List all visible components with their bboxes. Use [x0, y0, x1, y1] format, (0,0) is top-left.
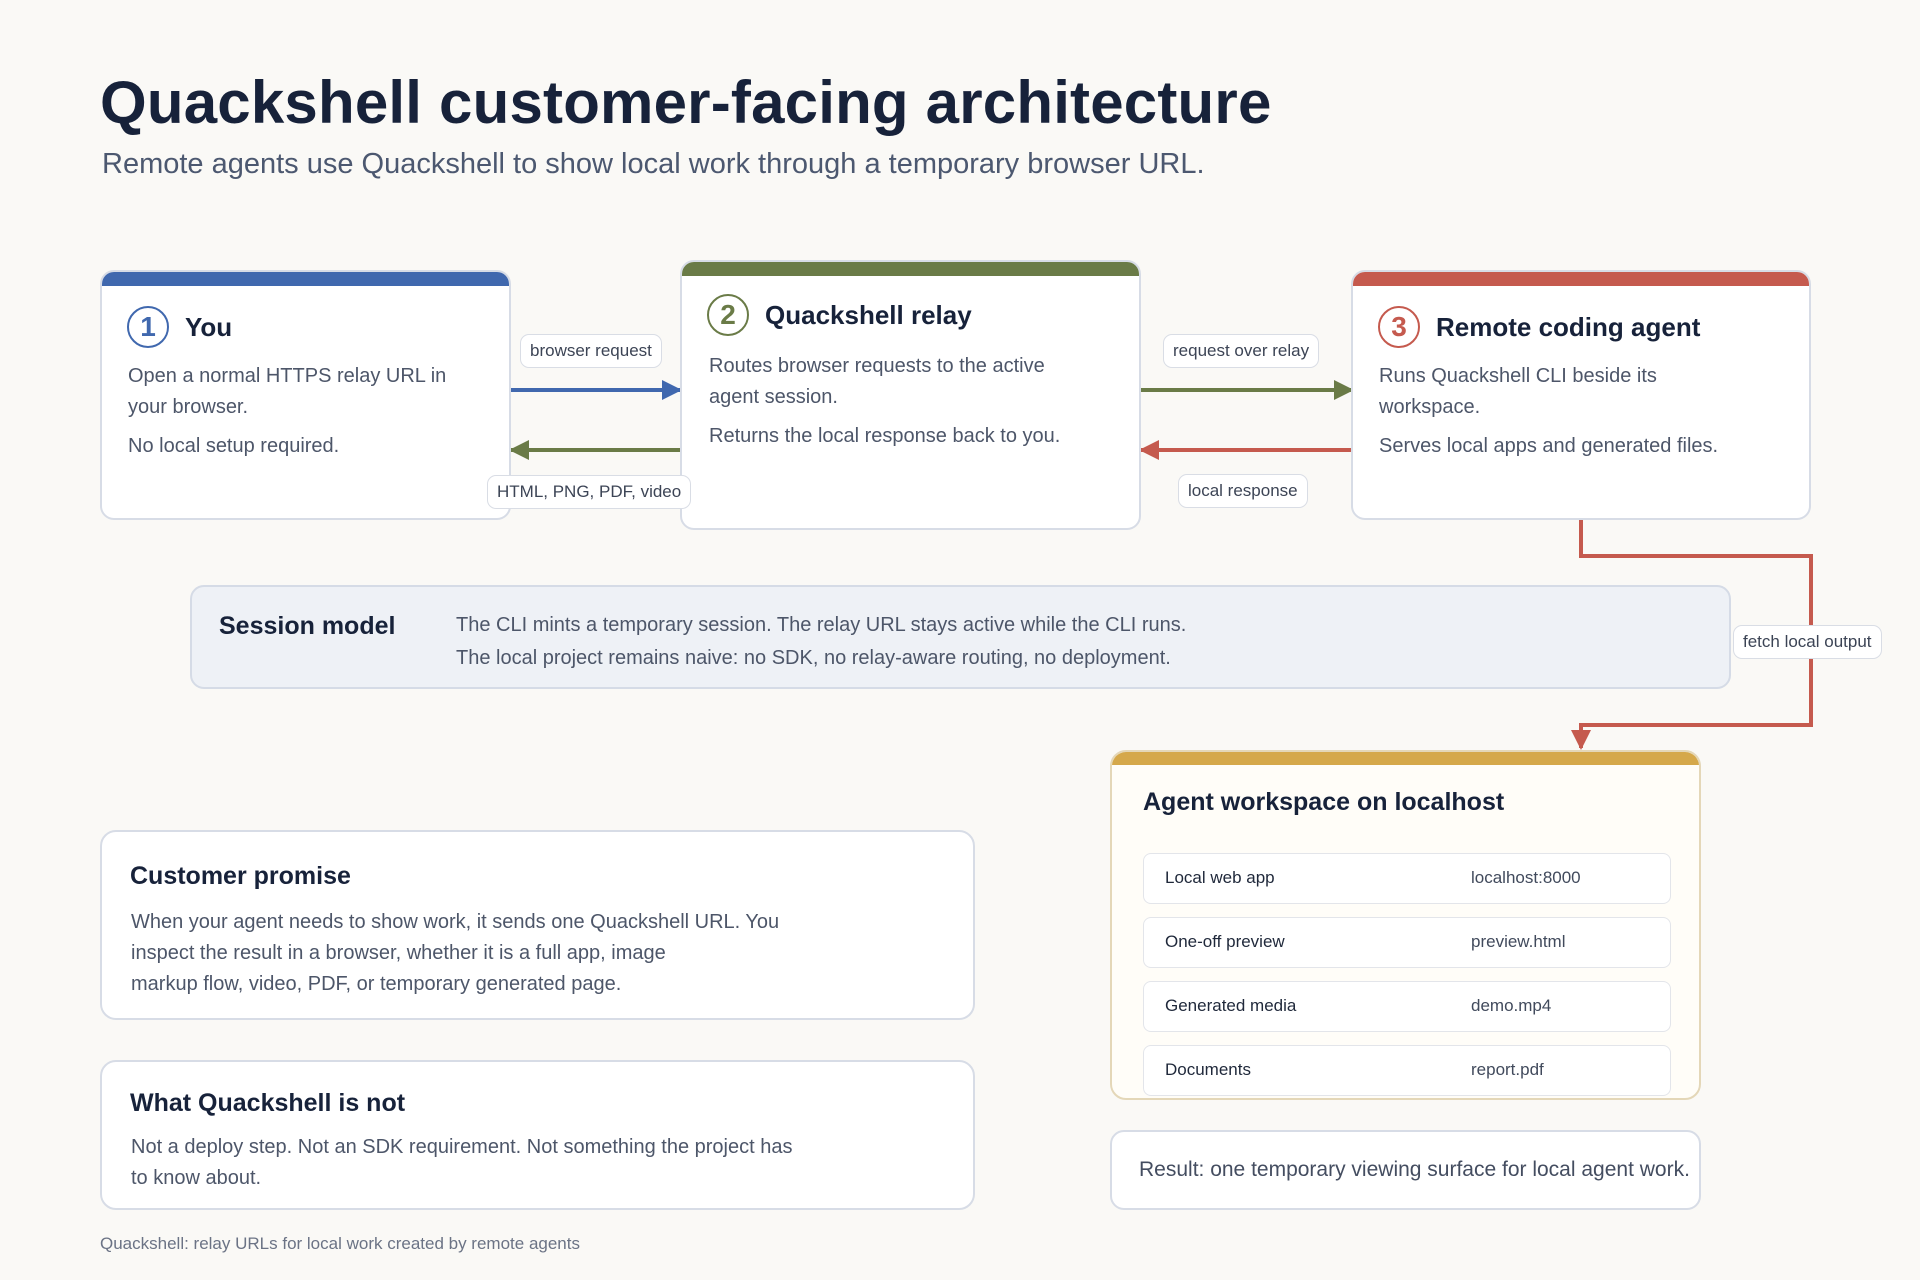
- node-agent-line: Runs Quackshell CLI beside its workspace…: [1379, 365, 1657, 418]
- node-agent: 3 Remote coding agent Runs Quackshell CL…: [1351, 270, 1811, 520]
- edge-label-local-response: local response: [1178, 474, 1308, 508]
- what-quackshell-is-not-line: to know about.: [131, 1167, 262, 1189]
- node-relay-accent-bar: [682, 262, 1139, 276]
- what-quackshell-is-not-title: What Quackshell is not: [130, 1089, 406, 1117]
- session-model-line: The CLI mints a temporary session. The r…: [456, 614, 1187, 636]
- node-you-accent-bar: [102, 272, 509, 286]
- workspace-row: Generated media demo.mp4: [1143, 981, 1671, 1032]
- edge-label-response-types: HTML, PNG, PDF, video: [487, 475, 692, 509]
- node-you: 1 You Open a normal HTTPS relay URL in y…: [100, 270, 511, 520]
- workspace-row: Local web app localhost:8000: [1143, 853, 1671, 904]
- workspace-title: Agent workspace on localhost: [1143, 788, 1505, 816]
- what-quackshell-is-not-box: What Quackshell is not Not a deploy step…: [100, 1060, 975, 1210]
- workspace-row-value: report.pdf: [1471, 1060, 1544, 1079]
- session-model-panel: Session model The CLI mints a temporary …: [190, 585, 1731, 689]
- node-relay-line: Routes browser requests to the active ag…: [709, 355, 1045, 408]
- page-subtitle: Remote agents use Quackshell to show loc…: [102, 148, 1205, 180]
- agent-workspace-panel: Agent workspace on localhost Local web a…: [1110, 750, 1701, 1100]
- edge-label-browser-request: browser request: [520, 334, 662, 368]
- node-you-line: No local setup required.: [128, 435, 340, 457]
- workspace-row-value: demo.mp4: [1471, 996, 1552, 1015]
- node-agent-accent-bar: [1353, 272, 1809, 286]
- workspace-row-label: Local web app: [1165, 868, 1275, 887]
- workspace-row: One-off preview preview.html: [1143, 917, 1671, 968]
- step-1-icon: 1: [127, 306, 169, 348]
- page-title: Quackshell customer-facing architecture: [100, 69, 1272, 136]
- workspace-row: Documents report.pdf: [1143, 1045, 1671, 1096]
- node-you-title: You: [185, 311, 233, 342]
- node-agent-title: Remote coding agent: [1436, 311, 1701, 342]
- result-text: Result: one temporary viewing surface fo…: [1139, 1158, 1690, 1181]
- edge-label-request-over-relay: request over relay: [1163, 334, 1320, 368]
- workspace-row-value: preview.html: [1471, 932, 1566, 951]
- workspace-row-label: Generated media: [1165, 996, 1297, 1015]
- workspace-row-label: Documents: [1165, 1060, 1251, 1079]
- customer-promise-box: Customer promise When your agent needs t…: [100, 830, 975, 1020]
- node-relay: 2 Quackshell relay Routes browser reques…: [680, 260, 1141, 530]
- what-quackshell-is-not-line: Not a deploy step. Not an SDK requiremen…: [131, 1136, 793, 1158]
- node-relay-title: Quackshell relay: [765, 299, 972, 330]
- customer-promise-line: When your agent needs to show work, it s…: [131, 911, 780, 933]
- node-relay-line: Returns the local response back to you.: [709, 425, 1061, 447]
- result-box: Result: one temporary viewing surface fo…: [1110, 1130, 1701, 1210]
- customer-promise-line: markup flow, video, PDF, or temporary ge…: [131, 973, 622, 995]
- workspace-row-label: One-off preview: [1165, 932, 1285, 951]
- node-agent-line: Serves local apps and generated files.: [1379, 435, 1719, 457]
- workspace-row-value: localhost:8000: [1471, 868, 1581, 887]
- customer-promise-line: inspect the result in a browser, whether…: [131, 942, 666, 964]
- workspace-accent-bar: [1112, 752, 1699, 765]
- customer-promise-title: Customer promise: [130, 862, 351, 890]
- architecture-diagram: Quackshell customer-facing architecture …: [0, 0, 1920, 1280]
- footer-caption: Quackshell: relay URLs for local work cr…: [100, 1234, 580, 1253]
- session-model-label: Session model: [219, 612, 396, 640]
- node-you-line: Open a normal HTTPS relay URL in your br…: [128, 365, 447, 418]
- edge-label-fetch-local-output: fetch local output: [1733, 625, 1882, 659]
- step-3-icon: 3: [1378, 306, 1420, 348]
- session-model-line: The local project remains naive: no SDK,…: [456, 647, 1171, 669]
- step-2-icon: 2: [707, 294, 749, 336]
